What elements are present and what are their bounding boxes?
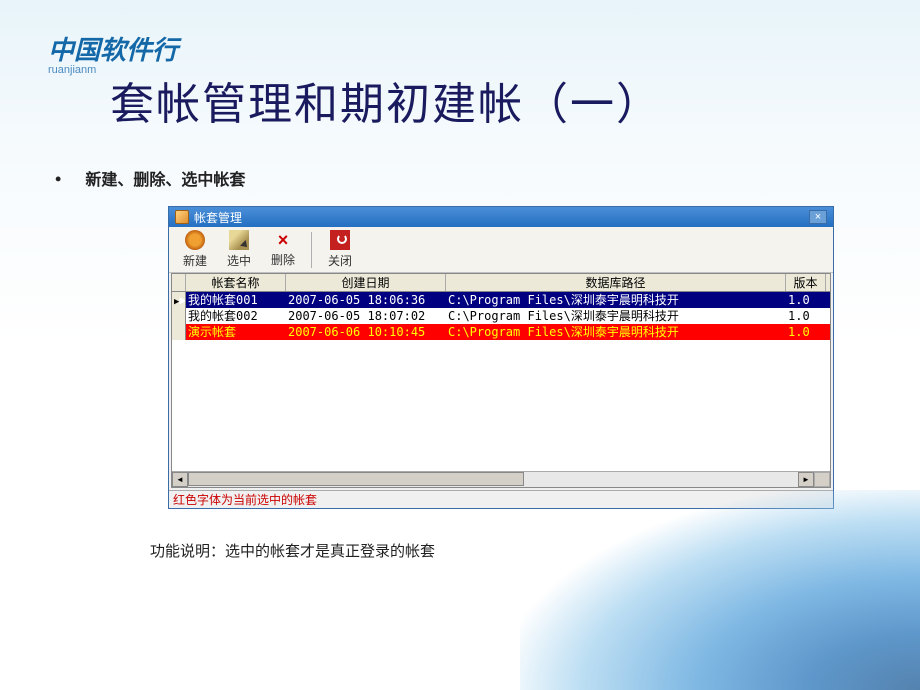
scroll-right-icon[interactable]: ► bbox=[798, 472, 814, 487]
bullet-dot: • bbox=[55, 169, 61, 189]
cell-path: C:\Program Files\深圳泰宇晨明科技开 bbox=[446, 308, 786, 324]
new-icon bbox=[185, 230, 205, 250]
cell-ver: 1.0 bbox=[786, 324, 826, 340]
row-indicator bbox=[172, 324, 186, 340]
data-grid: 帐套名称 创建日期 数据库路径 版本 ▶ 我的帐套001 2007-06-05 … bbox=[171, 273, 831, 488]
cell-ver: 1.0 bbox=[786, 292, 826, 308]
bullet-text: 新建、删除、选中帐套 bbox=[85, 172, 245, 189]
toolbar: 新建 选中 × 删除 关闭 bbox=[169, 227, 833, 273]
header-date[interactable]: 创建日期 bbox=[286, 274, 446, 291]
select-button[interactable]: 选中 bbox=[217, 228, 261, 271]
window-title: 帐套管理 bbox=[194, 209, 242, 226]
row-indicator bbox=[172, 308, 186, 324]
new-button[interactable]: 新建 bbox=[173, 228, 217, 271]
scroll-track[interactable] bbox=[188, 472, 798, 487]
delete-icon: × bbox=[273, 231, 293, 251]
cell-name: 我的帐套001 bbox=[186, 292, 286, 308]
scroll-left-icon[interactable]: ◄ bbox=[172, 472, 188, 487]
scroll-corner bbox=[814, 472, 830, 487]
slide-border bbox=[0, 0, 920, 6]
scroll-thumb[interactable] bbox=[188, 472, 524, 486]
header-indicator[interactable] bbox=[172, 274, 186, 291]
titlebar-left: 帐套管理 bbox=[175, 209, 242, 226]
titlebar[interactable]: 帐套管理 × bbox=[169, 207, 833, 227]
select-icon bbox=[229, 230, 249, 250]
cell-date: 2007-06-06 10:10:45 bbox=[286, 324, 446, 340]
row-indicator: ▶ bbox=[172, 292, 186, 308]
delete-button[interactable]: × 删除 bbox=[261, 229, 305, 270]
select-label: 选中 bbox=[227, 252, 251, 269]
table-row[interactable]: ▶ 我的帐套001 2007-06-05 18:06:36 C:\Program… bbox=[172, 292, 830, 308]
horizontal-scrollbar[interactable]: ◄ ► bbox=[172, 471, 830, 487]
brand-subtitle: ruanjianm bbox=[48, 64, 96, 76]
bullet-line: • 新建、删除、选中帐套 bbox=[55, 166, 245, 190]
app-icon bbox=[175, 210, 189, 224]
grid-body: ▶ 我的帐套001 2007-06-05 18:06:36 C:\Program… bbox=[172, 292, 830, 340]
delete-label: 删除 bbox=[271, 251, 295, 268]
statusbar: 红色字体为当前选中的帐套 bbox=[169, 490, 833, 508]
header-path[interactable]: 数据库路径 bbox=[446, 274, 786, 291]
close-button[interactable]: 关闭 bbox=[318, 228, 362, 271]
grid-header: 帐套名称 创建日期 数据库路径 版本 bbox=[172, 274, 830, 292]
account-manager-window: 帐套管理 × 新建 选中 × 删除 关闭 帐套名称 创建日期 数据库路径 版本 bbox=[168, 206, 834, 509]
cell-ver: 1.0 bbox=[786, 308, 826, 324]
cell-name: 演示帐套 bbox=[186, 324, 286, 340]
close-label: 关闭 bbox=[328, 252, 352, 269]
table-row[interactable]: 我的帐套002 2007-06-05 18:07:02 C:\Program F… bbox=[172, 308, 830, 324]
header-name[interactable]: 帐套名称 bbox=[186, 274, 286, 291]
cell-path: C:\Program Files\深圳泰宇晨明科技开 bbox=[446, 292, 786, 308]
toolbar-separator bbox=[311, 232, 312, 268]
cell-path: C:\Program Files\深圳泰宇晨明科技开 bbox=[446, 324, 786, 340]
cell-date: 2007-06-05 18:06:36 bbox=[286, 292, 446, 308]
table-row[interactable]: 演示帐套 2007-06-06 10:10:45 C:\Program File… bbox=[172, 324, 830, 340]
new-label: 新建 bbox=[183, 252, 207, 269]
footnote: 功能说明：选中的帐套才是真正登录的帐套 bbox=[150, 540, 435, 561]
slide-title: 套帐管理和期初建帐（一） bbox=[110, 68, 662, 132]
power-icon bbox=[330, 230, 350, 250]
close-icon[interactable]: × bbox=[809, 210, 827, 224]
cell-date: 2007-06-05 18:07:02 bbox=[286, 308, 446, 324]
brand-title: 中国软件行 bbox=[48, 30, 178, 67]
header-version[interactable]: 版本 bbox=[786, 274, 826, 291]
cell-name: 我的帐套002 bbox=[186, 308, 286, 324]
wave-decor bbox=[520, 490, 920, 690]
